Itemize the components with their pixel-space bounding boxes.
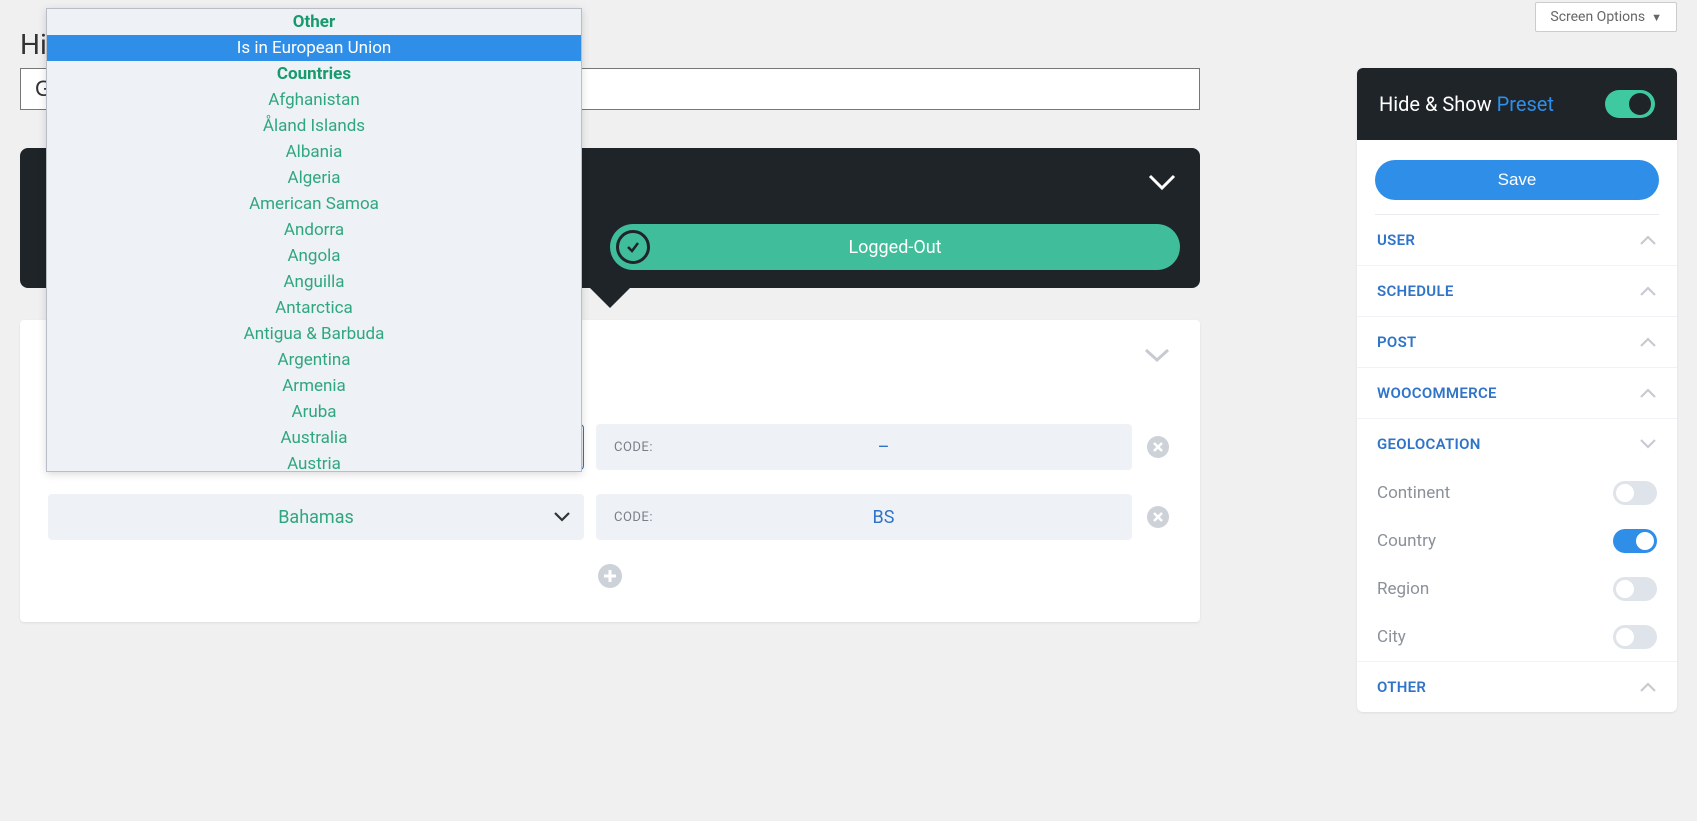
delete-rule-button[interactable] bbox=[1144, 433, 1172, 461]
dropdown-option[interactable]: Anguilla bbox=[47, 269, 581, 295]
chevron-up-icon bbox=[1639, 387, 1657, 399]
geo-sub-label: Continent bbox=[1377, 483, 1450, 503]
geo-sub-city: City bbox=[1357, 613, 1677, 661]
accordion-label: WOOCOMMERCE bbox=[1377, 384, 1497, 402]
accordion-other[interactable]: OTHER bbox=[1357, 661, 1677, 712]
dropdown-option[interactable]: American Samoa bbox=[47, 191, 581, 217]
chevron-down-icon: ▼ bbox=[1651, 11, 1662, 24]
code-label: CODE: bbox=[614, 440, 653, 455]
chevron-up-icon bbox=[1639, 234, 1657, 246]
chevron-down-icon[interactable] bbox=[1148, 172, 1176, 192]
dropdown-option[interactable]: Austria bbox=[47, 451, 581, 471]
page-title: Hi bbox=[20, 28, 47, 61]
check-icon bbox=[616, 230, 650, 264]
code-value: BS bbox=[653, 507, 1114, 528]
geo-sub-continent: Continent bbox=[1357, 469, 1677, 517]
screen-options-button[interactable]: Screen Options ▼ bbox=[1535, 2, 1677, 32]
logged-out-label: Logged-Out bbox=[848, 237, 941, 258]
rule-code-box: CODE: BS bbox=[596, 494, 1132, 540]
code-label: CODE: bbox=[614, 510, 653, 525]
dropdown-group-header: Countries bbox=[47, 61, 581, 87]
dropdown-option[interactable]: Åland Islands bbox=[47, 113, 581, 139]
chevron-up-icon bbox=[1639, 681, 1657, 693]
save-button[interactable]: Save bbox=[1375, 160, 1659, 200]
dropdown-option[interactable]: Argentina bbox=[47, 347, 581, 373]
dropdown-option[interactable]: Armenia bbox=[47, 373, 581, 399]
logged-out-pill[interactable]: Logged-Out bbox=[610, 224, 1180, 270]
dropdown-option[interactable]: Algeria bbox=[47, 165, 581, 191]
accordion-label: GEOLOCATION bbox=[1377, 435, 1481, 453]
accordion-post[interactable]: POST bbox=[1357, 316, 1677, 367]
sidebar-title: Hide & Show Preset bbox=[1379, 92, 1554, 116]
dropdown-option[interactable]: Afghanistan bbox=[47, 87, 581, 113]
chevron-up-icon bbox=[1639, 336, 1657, 348]
country-dropdown[interactable]: OtherIs in European UnionCountriesAfghan… bbox=[46, 8, 582, 472]
dropdown-option[interactable]: Aruba bbox=[47, 399, 581, 425]
rule-select[interactable]: Bahamas bbox=[48, 494, 584, 540]
dropdown-group-header: Other bbox=[47, 9, 581, 35]
accordion-label: USER bbox=[1377, 231, 1415, 249]
sidebar: Hide & Show Preset Save USER SCHEDULE PO… bbox=[1357, 68, 1677, 712]
dropdown-option[interactable]: Angola bbox=[47, 243, 581, 269]
geo-toggle-country[interactable] bbox=[1613, 529, 1657, 553]
dropdown-option[interactable]: Antigua & Barbuda bbox=[47, 321, 581, 347]
geo-toggle-region[interactable] bbox=[1613, 577, 1657, 601]
geo-sub-region: Region bbox=[1357, 565, 1677, 613]
dropdown-option[interactable]: Is in European Union bbox=[47, 35, 581, 61]
geo-sub-country: Country bbox=[1357, 517, 1677, 565]
dropdown-option[interactable]: Antarctica bbox=[47, 295, 581, 321]
rule-code-box: CODE: – bbox=[596, 424, 1132, 470]
accordion-label: POST bbox=[1377, 333, 1417, 351]
chevron-down-icon bbox=[1639, 438, 1657, 450]
panel-pointer bbox=[590, 288, 630, 308]
chevron-up-icon bbox=[1639, 285, 1657, 297]
geo-toggle-city[interactable] bbox=[1613, 625, 1657, 649]
accordion-schedule[interactable]: SCHEDULE bbox=[1357, 265, 1677, 316]
sidebar-header: Hide & Show Preset bbox=[1357, 68, 1677, 140]
geo-sub-label: City bbox=[1377, 627, 1406, 647]
accordion-label: OTHER bbox=[1377, 678, 1426, 696]
delete-rule-button[interactable] bbox=[1144, 503, 1172, 531]
geo-sub-label: Region bbox=[1377, 579, 1429, 599]
screen-options-label: Screen Options bbox=[1550, 9, 1645, 25]
rule-select-value: Bahamas bbox=[278, 507, 354, 528]
chevron-down-icon bbox=[553, 511, 571, 523]
accordion-user[interactable]: USER bbox=[1357, 215, 1677, 265]
accordion-woocommerce[interactable]: WOOCOMMERCE bbox=[1357, 367, 1677, 418]
geo-toggle-continent[interactable] bbox=[1613, 481, 1657, 505]
dropdown-option[interactable]: Albania bbox=[47, 139, 581, 165]
code-value: – bbox=[653, 437, 1114, 458]
chevron-down-icon[interactable] bbox=[1144, 346, 1170, 364]
preset-enable-toggle[interactable] bbox=[1605, 90, 1655, 118]
dropdown-option[interactable]: Andorra bbox=[47, 217, 581, 243]
accordion-label: SCHEDULE bbox=[1377, 282, 1454, 300]
geo-sub-label: Country bbox=[1377, 531, 1436, 551]
accordion-geolocation[interactable]: GEOLOCATION bbox=[1357, 418, 1677, 469]
dropdown-option[interactable]: Australia bbox=[47, 425, 581, 451]
add-rule-button[interactable] bbox=[596, 562, 624, 590]
